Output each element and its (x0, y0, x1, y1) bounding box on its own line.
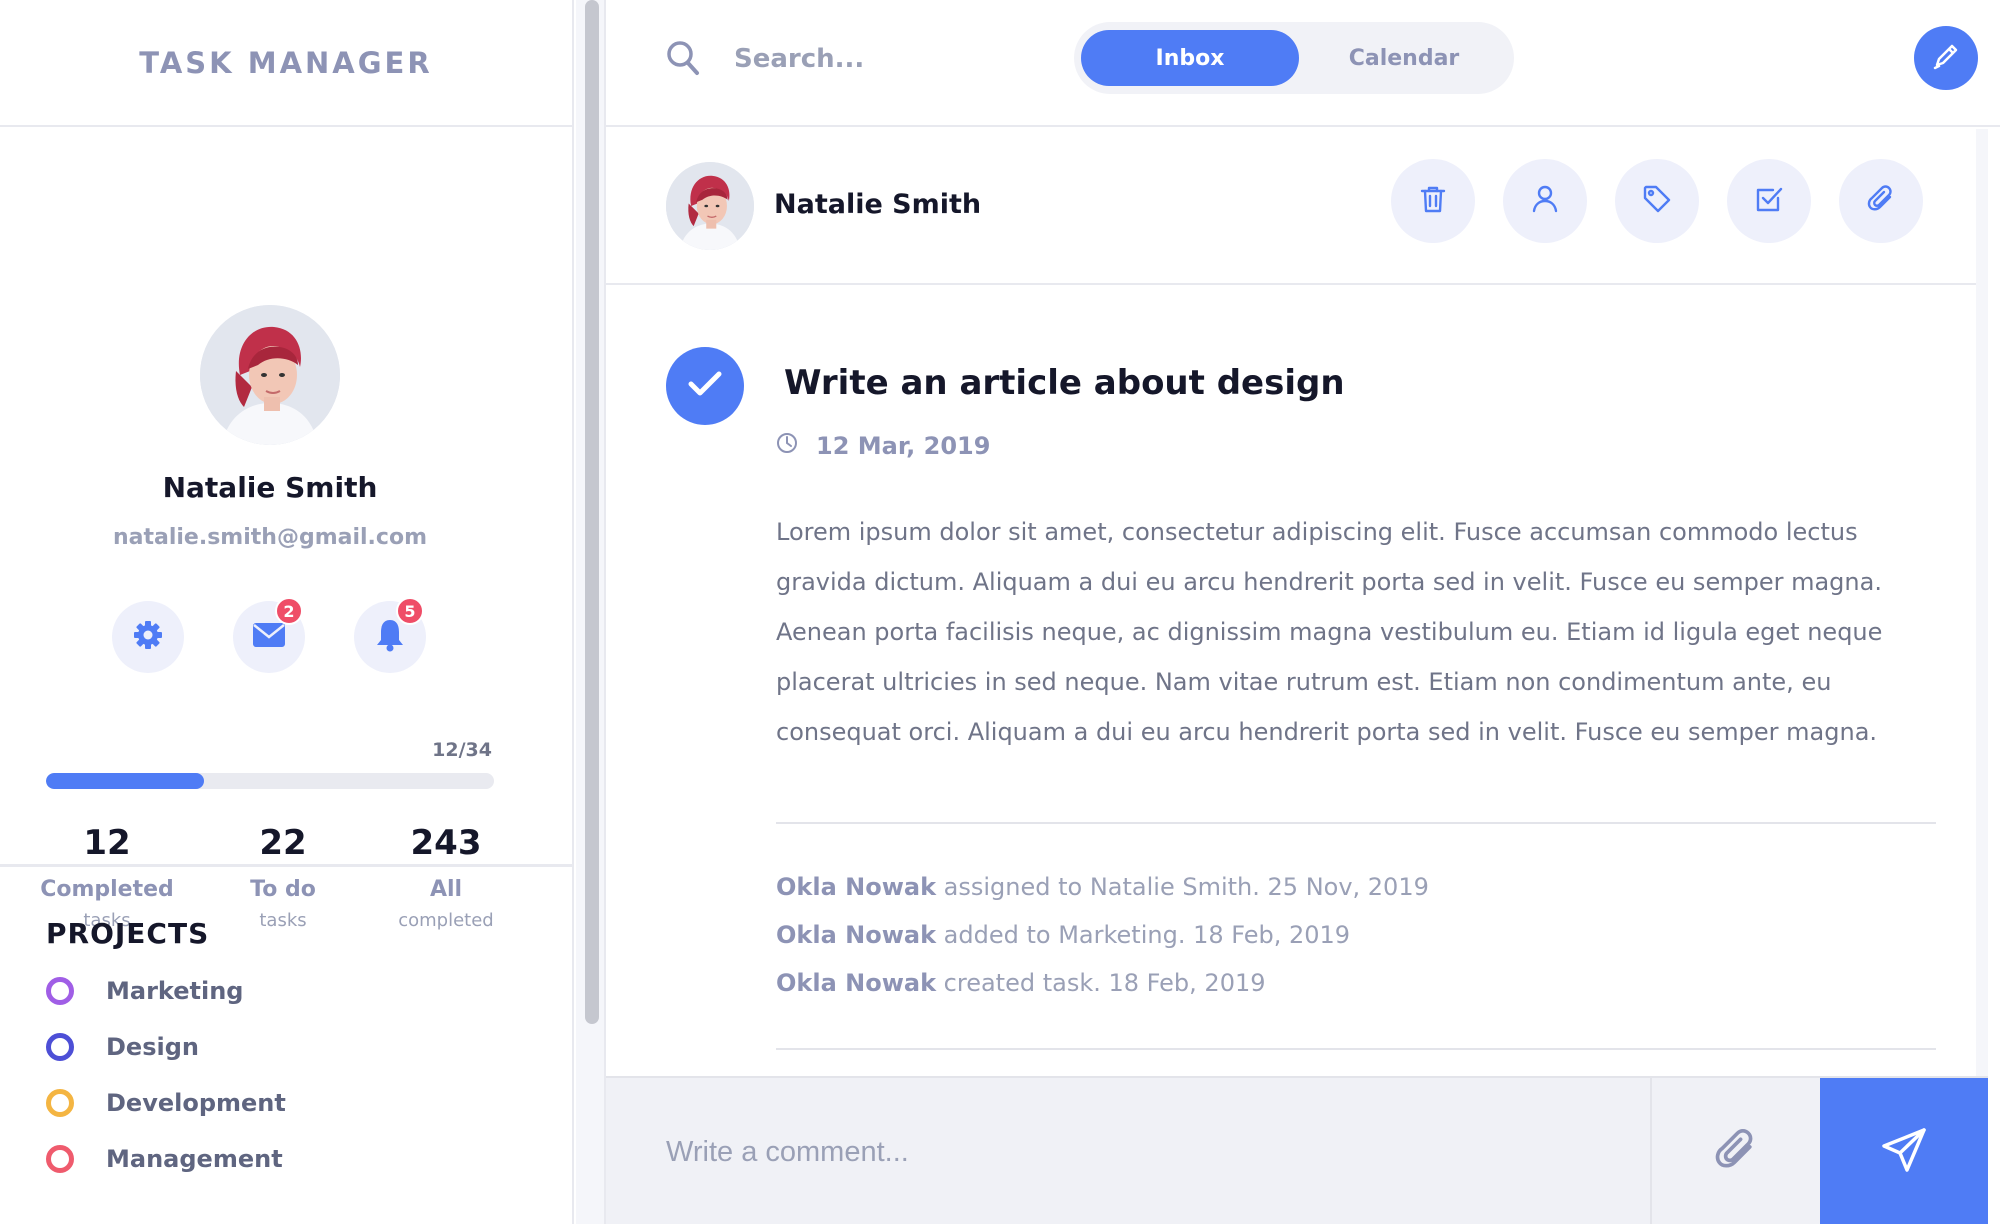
tag-icon (1642, 184, 1672, 218)
stat-sub: completed (398, 910, 494, 931)
trash-icon (1419, 184, 1447, 218)
project-dot (46, 1089, 74, 1117)
gear-icon (132, 619, 164, 655)
project-item-design[interactable]: Design (46, 1032, 286, 1062)
activity-item: Okla Nowak created task. 18 Feb, 2019 (776, 959, 1429, 1007)
paperclip-icon (1866, 184, 1896, 218)
tab-calendar[interactable]: Calendar (1304, 30, 1504, 86)
task-detail: Natalie Smith Write an article about des… (606, 129, 1988, 1224)
activity-item: Okla Nowak added to Marketing. 18 Feb, 2… (776, 911, 1429, 959)
task-complete-toggle[interactable] (666, 347, 744, 425)
project-dot (46, 1033, 74, 1061)
brand-header: TASK MANAGER (0, 0, 572, 127)
notifications-button[interactable]: 5 (354, 597, 426, 673)
avatar[interactable] (200, 305, 340, 445)
mail-icon (252, 622, 286, 652)
messages-badge: 2 (275, 597, 303, 625)
compose-button[interactable] (1914, 26, 1978, 90)
search-input[interactable] (734, 34, 974, 84)
scrollbar-thumb[interactable] (585, 0, 599, 1024)
activity-user[interactable]: Okla Nowak (776, 873, 936, 901)
view-switcher: Inbox Calendar (1074, 22, 1514, 94)
project-label: Development (106, 1089, 286, 1117)
project-label: Management (106, 1145, 283, 1173)
projects-section: PROJECTS Marketing Design Development Ma… (46, 880, 286, 1174)
stat-all: 243 All completed (346, 823, 546, 931)
task-date: 12 Mar, 2019 (776, 432, 990, 460)
profile-email: natalie.smith@gmail.com (112, 525, 427, 550)
comment-attach-button[interactable] (1650, 1078, 1820, 1224)
activity-text: added to Marketing. 18 Feb, 2019 (936, 921, 1351, 949)
projects-title: PROJECTS (46, 917, 210, 950)
activity-item: Okla Nowak assigned to Natalie Smith. 25… (776, 863, 1429, 911)
progress-count: 12/34 (432, 739, 492, 761)
project-item-development[interactable]: Development (46, 1088, 286, 1118)
activity-text: assigned to Natalie Smith. 25 Nov, 2019 (936, 873, 1429, 901)
tag-button[interactable] (1615, 159, 1699, 243)
project-dot (46, 977, 74, 1005)
task-actions (1391, 159, 1923, 243)
pen-icon (1931, 41, 1961, 75)
settings-button[interactable] (112, 601, 184, 673)
activity-text: created task. 18 Feb, 2019 (936, 969, 1266, 997)
task-header: Natalie Smith (606, 129, 1988, 285)
assignee-name: Natalie Smith (774, 189, 982, 220)
notifications-badge: 5 (396, 597, 424, 625)
assign-user-button[interactable] (1503, 159, 1587, 243)
complete-button[interactable] (1727, 159, 1811, 243)
stat-value: 12 (83, 823, 131, 863)
check-icon (687, 370, 723, 402)
bell-icon (375, 618, 405, 656)
comment-input[interactable] (666, 1122, 1566, 1182)
user-icon (1531, 184, 1559, 218)
tab-inbox[interactable]: Inbox (1081, 30, 1299, 86)
profile-card: Natalie Smith natalie.smith@gmail.com 2 … (0, 127, 572, 931)
send-button[interactable] (1820, 1078, 1988, 1224)
profile-actions: 2 5 (112, 597, 426, 673)
divider (776, 822, 1936, 824)
sidebar-scrollbar[interactable] (576, 0, 606, 1224)
divider (776, 1048, 1936, 1050)
assignee-avatar[interactable] (666, 162, 754, 250)
progress-bar (46, 773, 494, 789)
activity-user[interactable]: Okla Nowak (776, 921, 936, 949)
task-title: Write an article about design (784, 363, 1345, 403)
app-title: TASK MANAGER (139, 45, 433, 80)
delete-button[interactable] (1391, 159, 1475, 243)
task-description: Lorem ipsum dolor sit amet, consectetur … (776, 518, 1883, 746)
send-icon (1880, 1126, 1928, 1178)
search-icon[interactable] (666, 40, 700, 80)
progress-fill (46, 773, 205, 789)
comment-bar (606, 1076, 1988, 1224)
stat-label: All (429, 877, 463, 902)
activity-log: Okla Nowak assigned to Natalie Smith. 25… (776, 863, 1429, 1007)
stat-value: 243 (410, 823, 482, 863)
project-label: Design (106, 1033, 199, 1061)
topbar: Inbox Calendar (606, 0, 2000, 127)
pane-scrollbar[interactable] (1976, 129, 1988, 1224)
paperclip-icon (1713, 1127, 1759, 1177)
project-label: Marketing (106, 977, 244, 1005)
clock-icon (776, 432, 798, 460)
task-date-text: 12 Mar, 2019 (816, 432, 991, 460)
activity-user[interactable]: Okla Nowak (776, 969, 936, 997)
attach-button[interactable] (1839, 159, 1923, 243)
checkbox-icon (1754, 184, 1784, 218)
sidebar: TASK MANAGER Natalie Smith natalie.smith… (0, 0, 574, 1224)
project-dot (46, 1145, 74, 1173)
profile-name: Natalie Smith (162, 471, 378, 504)
project-item-marketing[interactable]: Marketing (46, 976, 286, 1006)
project-item-management[interactable]: Management (46, 1144, 286, 1174)
messages-button[interactable]: 2 (233, 597, 305, 673)
